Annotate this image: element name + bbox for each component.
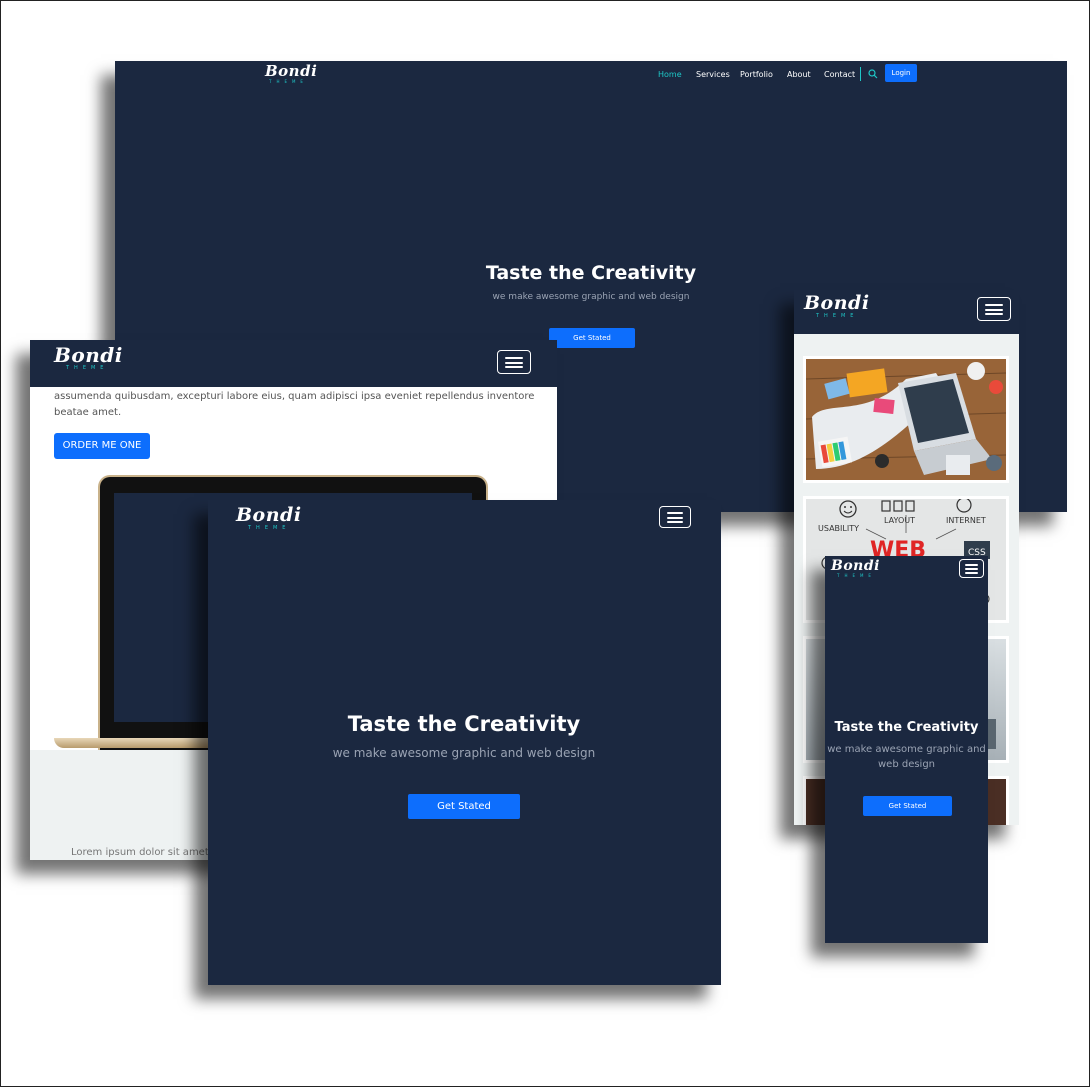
get-started-button[interactable]: Get Stated	[408, 794, 520, 819]
menu-toggle-button[interactable]	[497, 350, 531, 374]
hero-subtitle: we make awesome graphic and web design	[332, 746, 596, 760]
nav-item-home[interactable]: Home	[658, 70, 682, 79]
nav-divider	[860, 67, 861, 81]
brand-name: Bondi	[831, 558, 880, 574]
word-usability: USABILITY	[818, 524, 859, 533]
hero-subtitle: we make awesome graphic and web design	[827, 744, 986, 770]
portfolio-image-desk[interactable]	[803, 356, 1009, 483]
brand-name: Bondi	[54, 343, 123, 367]
nav-item-contact[interactable]: Contact	[824, 70, 855, 79]
brand-tagline: THEME	[816, 313, 859, 319]
brand-logo[interactable]: Bondi THEME	[236, 506, 302, 531]
search-icon[interactable]	[868, 69, 878, 79]
tablet-header: Bondi THEME	[794, 290, 1019, 334]
get-started-button[interactable]: Get Stated	[549, 328, 635, 348]
desk-illustration	[805, 359, 1007, 480]
brand-tagline: THEME	[837, 573, 876, 578]
brand-logo[interactable]: Bondi THEME	[54, 345, 123, 371]
menu-toggle-button[interactable]	[959, 559, 984, 578]
menu-toggle-button[interactable]	[659, 506, 691, 528]
brand-logo[interactable]: Bondi THEME	[831, 559, 880, 578]
hero-title: Taste the Creativity	[347, 712, 581, 736]
get-started-button[interactable]: Get Stated	[863, 796, 952, 816]
brand-logo[interactable]: Bondi THEME	[804, 294, 870, 319]
brand-name: Bondi	[265, 62, 318, 80]
brand-name: Bondi	[236, 504, 302, 526]
nav-item-services[interactable]: Services	[696, 70, 730, 79]
phone-screenshot: Bondi THEME Taste the Creativity we make…	[825, 556, 988, 943]
login-button[interactable]: Login	[885, 64, 917, 82]
menu-toggle-button[interactable]	[977, 297, 1011, 321]
about-text-line1: assumenda quibusdam, excepturi labore ei…	[54, 391, 535, 402]
about-text-line2: beatae amet.	[54, 407, 122, 418]
word-layout: LAYOUT	[884, 516, 915, 525]
hero-title: Taste the Creativity	[834, 720, 979, 735]
nav-item-about[interactable]: About	[787, 70, 811, 79]
brand-tagline: THEME	[248, 525, 291, 531]
order-button[interactable]: ORDER ME ONE	[54, 433, 150, 459]
nav-item-portfolio[interactable]: Portfolio	[740, 70, 773, 79]
hero-title: Taste the Creativity	[485, 262, 697, 284]
brand-tagline: THEME	[269, 79, 308, 84]
word-internet: INTERNET	[946, 516, 986, 525]
hero-subtitle: we make awesome graphic and web design	[492, 292, 690, 302]
brand-name: Bondi	[804, 292, 870, 314]
footer-text: Lorem ipsum dolor sit amet	[71, 847, 209, 858]
left-header: Bondi THEME	[30, 340, 557, 387]
brand-logo[interactable]: Bondi THEME	[265, 64, 317, 84]
medium-screenshot: Bondi THEME Taste the Creativity we make…	[208, 500, 721, 985]
